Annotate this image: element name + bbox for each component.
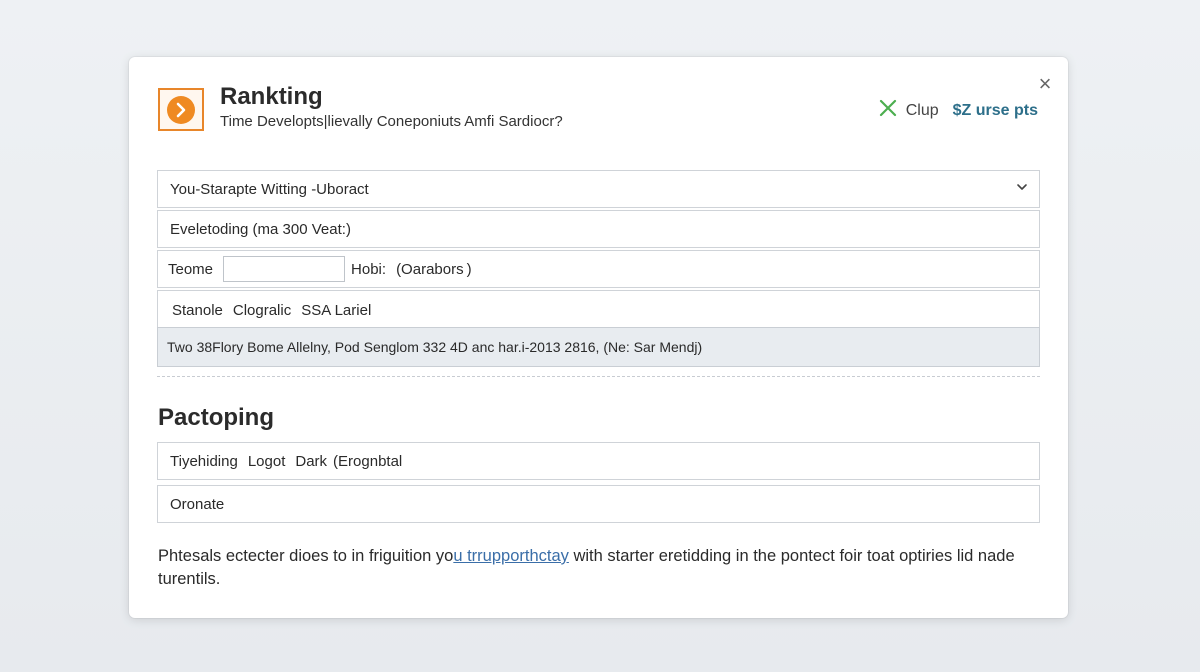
footer-link[interactable]: u trrupporthctay	[453, 547, 569, 565]
option-dark[interactable]: Dark	[295, 453, 327, 470]
option-clogralic[interactable]: Clogralic	[233, 302, 291, 319]
footer-text-before: Phtesals ectecter dioes to in friguition…	[158, 547, 454, 565]
teome-label: Teome	[168, 260, 214, 278]
selected-list-item-text: Two 38Flory Bome Allelny, Pod Senglom 33…	[167, 339, 703, 355]
oronate-text: Oronate	[170, 495, 225, 513]
orange-arrow-right-icon	[167, 95, 195, 124]
dialog-title: Rankting	[220, 83, 323, 110]
chevron-down-icon	[1015, 180, 1029, 198]
clup-label: Clup	[905, 101, 939, 119]
points-label: $Z urse pts	[952, 101, 1038, 119]
oarabors-label: (Oarabors )	[396, 260, 472, 278]
close-icon: ×	[1038, 71, 1052, 96]
option-tiyehiding[interactable]: Tiyehiding	[170, 453, 238, 470]
hobi-label: Hobi:	[351, 260, 387, 278]
dialog-header: Rankting Time Developts|lievally Conepon…	[158, 83, 1038, 138]
app-logo	[158, 88, 204, 131]
teome-input[interactable]	[223, 256, 346, 282]
description-text: Eveletoding (ma 300 Veat:)	[170, 220, 351, 238]
option-logot[interactable]: Logot	[248, 453, 286, 470]
dashed-divider	[157, 376, 1040, 377]
section-title: Pactoping	[158, 404, 275, 431]
option-ssa-lariel[interactable]: SSA Lariel	[301, 302, 371, 319]
selected-list-item[interactable]: Two 38Flory Bome Allelny, Pod Senglom 33…	[157, 327, 1040, 367]
green-x-icon	[878, 98, 898, 123]
pactoping-options-row: Tiyehiding Logot Dark (Erognbtal	[157, 442, 1040, 480]
footer-text: Phtesals ectecter dioes to in friguition…	[158, 545, 1038, 591]
option-erognbtal[interactable]: (Erognbtal	[333, 453, 402, 470]
type-select-value: You-Starapte Witting -Uboract	[170, 180, 369, 198]
dialog-subtitle: Time Developts|lievally Coneponiuts Amfi…	[220, 113, 563, 130]
oronate-field[interactable]: Oronate	[157, 485, 1040, 523]
description-field[interactable]: Eveletoding (ma 300 Veat:)	[157, 210, 1040, 248]
option-stanole[interactable]: Stanole	[172, 302, 223, 319]
clup-button[interactable]: Clup	[878, 98, 939, 123]
teome-row: Teome Hobi: (Oarabors )	[157, 250, 1040, 288]
ranking-dialog: × Rankting Time Developts|lievally Conep…	[129, 57, 1068, 618]
type-select[interactable]: You-Starapte Witting -Uboract	[157, 170, 1040, 208]
header-actions: Clup $Z urse pts	[878, 98, 1038, 123]
options-row: Stanole Clogralic SSA Lariel	[157, 290, 1040, 330]
